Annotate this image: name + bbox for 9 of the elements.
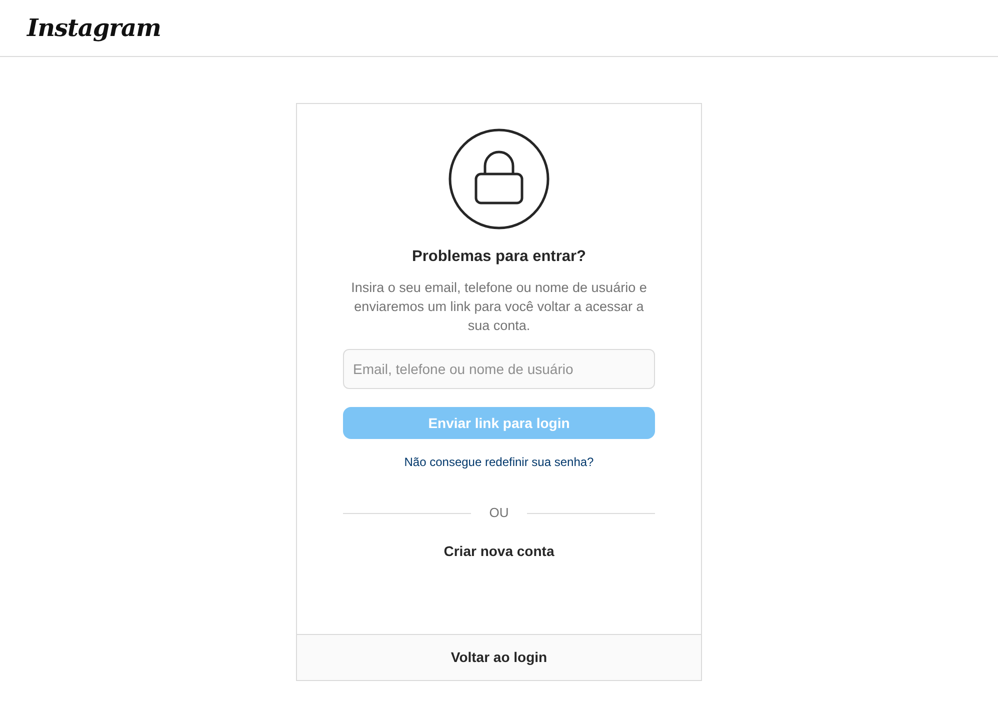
back-to-login-button[interactable]: Voltar ao login [297,634,701,680]
input-field[interactable]: Email, telefone ou nome de usuário [343,349,655,390]
reset-password-link[interactable]: Não consegue redefinir sua senha? [404,453,594,472]
create-account-link[interactable]: Criar nova conta [444,540,554,562]
lock-icon [448,128,550,230]
description-text: Insira o seu email, telefone ou nome de usuário e enviaremos um link para você voltar a acessar a sua conta. [350,279,648,336]
instagram-logo[interactable]: Instagram [27,10,161,46]
page-title: Problemas para entrar? [412,247,586,267]
or-divider-text: OU [489,504,509,522]
